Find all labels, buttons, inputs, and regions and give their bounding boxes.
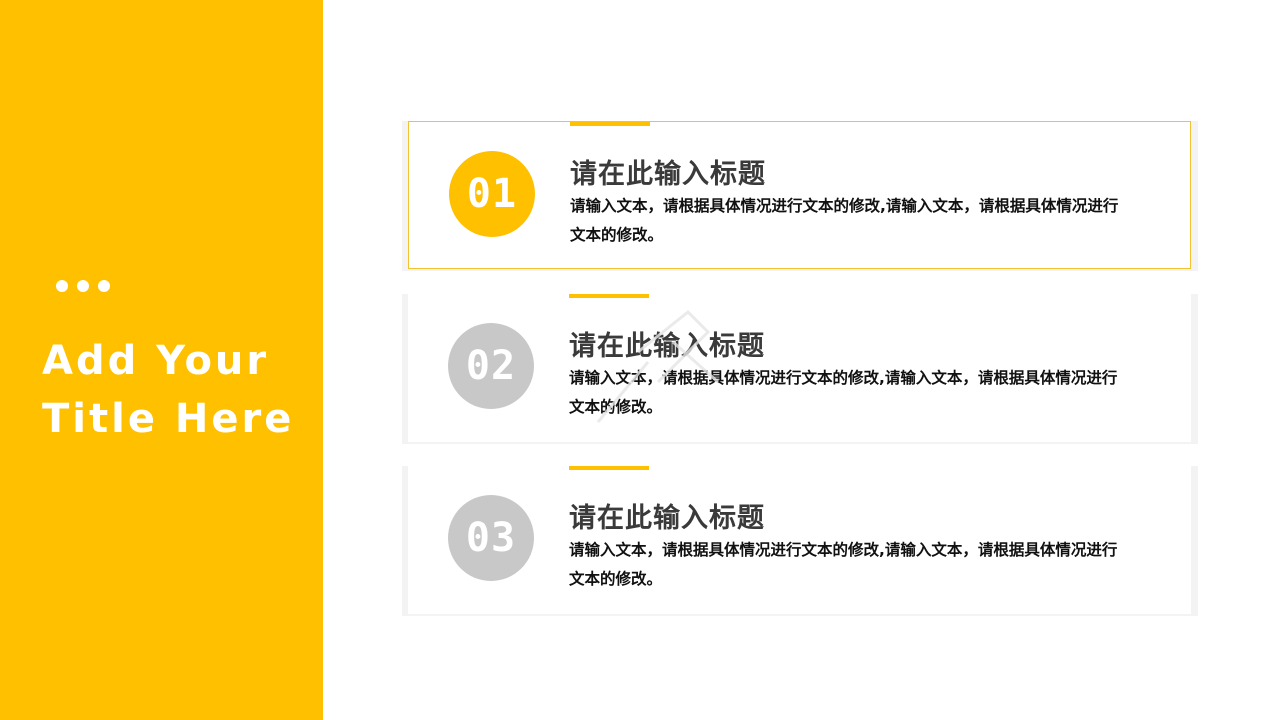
dot-icon — [98, 280, 110, 292]
content-card-3: 03 请在此输入标题 请输入文本，请根据具体情况进行文本的修改,请输入文本，请根… — [402, 466, 1198, 616]
decorative-dots — [56, 280, 110, 292]
sidebar-panel: Add Your Title Here — [0, 0, 323, 720]
content-card-1: 01 请在此输入标题 请输入文本，请根据具体情况进行文本的修改,请输入文本，请根… — [402, 121, 1198, 271]
number-badge: 03 — [448, 495, 534, 581]
card-title: 请在此输入标题 — [570, 159, 766, 190]
accent-bar — [570, 122, 650, 126]
page-title-line-1: Add Your — [42, 338, 270, 384]
number-badge: 01 — [449, 151, 535, 237]
dot-icon — [56, 280, 68, 292]
card-body-text: 请输入文本，请根据具体情况进行文本的修改,请输入文本，请根据具体情况进行文本的修… — [570, 197, 1119, 244]
card-title: 请在此输入标题 — [569, 331, 765, 362]
accent-bar — [569, 294, 649, 298]
card-panel: 01 请在此输入标题 请输入文本，请根据具体情况进行文本的修改,请输入文本，请根… — [408, 121, 1191, 269]
card-title: 请在此输入标题 — [569, 503, 765, 534]
dot-icon — [77, 280, 89, 292]
number-badge: 02 — [448, 323, 534, 409]
page-title-line-2: Title Here — [42, 396, 295, 442]
accent-bar — [569, 466, 649, 470]
card-body-text: 请输入文本，请根据具体情况进行文本的修改,请输入文本，请根据具体情况进行文本的修… — [569, 369, 1118, 416]
card-body-text: 请输入文本，请根据具体情况进行文本的修改,请输入文本，请根据具体情况进行文本的修… — [569, 541, 1118, 588]
card-panel: 03 请在此输入标题 请输入文本，请根据具体情况进行文本的修改,请输入文本，请根… — [408, 466, 1191, 614]
page-title: Add Your Title Here — [42, 332, 312, 448]
content-card-2: 02 请在此输入标题 请输入文本，请根据具体情况进行文本的修改,请输入文本，请根… — [402, 294, 1198, 444]
card-panel: 02 请在此输入标题 请输入文本，请根据具体情况进行文本的修改,请输入文本，请根… — [408, 294, 1191, 442]
